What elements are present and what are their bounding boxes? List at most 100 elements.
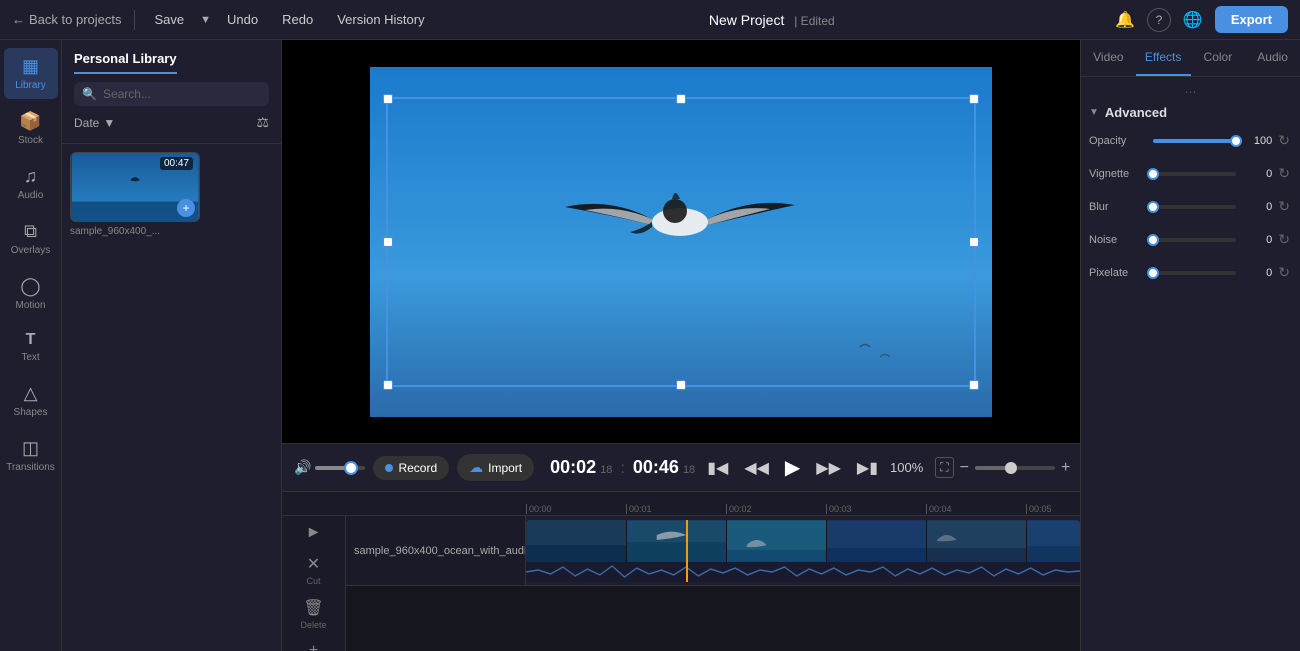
current-time-display: 00:02 18 : 00:46 18 <box>550 457 695 478</box>
media-grid: 00:47 + sample_960x400_... <box>62 144 281 651</box>
media-panel-header: Personal Library 🔍 Date ▼ ⚖ <box>62 40 281 144</box>
sidebar-label-motion: Motion <box>15 300 45 311</box>
pixelate-slider[interactable] <box>1153 271 1236 275</box>
tab-color[interactable]: Color <box>1191 40 1246 76</box>
cut-label: Cut <box>306 576 320 586</box>
noise-row: Noise 0 ↻ <box>1089 229 1292 250</box>
opacity-slider-thumb[interactable] <box>1230 135 1242 147</box>
scroll-up-hint: ⋯ <box>1089 85 1292 99</box>
import-button[interactable]: ☁ Import <box>457 454 534 481</box>
noise-slider-thumb[interactable] <box>1147 234 1159 246</box>
sidebar-item-overlays[interactable]: ⧉ Overlays <box>4 213 58 264</box>
vignette-row: Vignette 0 ↻ <box>1089 163 1292 184</box>
pixelate-row: Pixelate 0 ↻ <box>1089 262 1292 283</box>
opacity-reset-button[interactable]: ↻ <box>1276 130 1292 151</box>
zoom-in-button[interactable]: + <box>1061 459 1070 477</box>
pixelate-reset-button[interactable]: ↻ <box>1276 262 1292 283</box>
version-history-button[interactable]: Version History <box>329 8 432 31</box>
noise-reset-button[interactable]: ↻ <box>1276 229 1292 250</box>
rewind-button[interactable]: ◀◀ <box>740 454 773 482</box>
sidebar-item-transitions[interactable]: ◫ Transitions <box>4 430 58 481</box>
divider <box>134 10 135 30</box>
vignette-reset-button[interactable]: ↻ <box>1276 163 1292 184</box>
help-button[interactable]: ? <box>1147 8 1171 32</box>
volume-control: 🔊 <box>294 459 365 476</box>
cut-button[interactable]: ✕ Cut <box>306 554 320 586</box>
add-track-button[interactable]: + Add Track <box>293 642 334 651</box>
filter-button[interactable]: ⚖ <box>256 114 269 131</box>
tab-audio[interactable]: Audio <box>1245 40 1300 76</box>
blur-row: Blur 0 ↻ <box>1089 196 1292 217</box>
back-arrow-icon: ← <box>12 12 25 27</box>
skip-to-start-button[interactable]: ▮◀ <box>703 454 732 482</box>
ruler-mark: 00:02 <box>726 494 826 514</box>
add-media-button[interactable]: + <box>177 199 195 217</box>
sidebar-item-library[interactable]: ▦ Library <box>4 48 58 99</box>
media-search-bar: 🔍 <box>74 82 269 106</box>
project-title-area: New Project | Edited <box>441 12 1103 28</box>
text-icon: T <box>26 331 36 349</box>
media-toolbar: Date ▼ ⚖ <box>74 110 269 135</box>
sidebar-label-shapes: Shapes <box>14 407 48 418</box>
cut-icon: ✕ <box>307 554 320 574</box>
language-button[interactable]: 🌐 <box>1179 6 1207 34</box>
total-time-frames: 18 <box>683 464 695 476</box>
back-to-projects-button[interactable]: ← Back to projects <box>12 12 122 27</box>
skip-to-end-button[interactable]: ▶▮ <box>853 454 882 482</box>
play-button[interactable]: ▶ <box>781 451 804 484</box>
blur-reset-button[interactable]: ↻ <box>1276 196 1292 217</box>
volume-icon: 🔊 <box>294 459 311 476</box>
record-button[interactable]: Record <box>373 456 449 480</box>
vignette-value: 0 <box>1240 168 1272 180</box>
track-name-label: sample_960x400_ocean_with_audio.mp4 <box>354 545 526 557</box>
export-button[interactable]: Export <box>1215 6 1288 33</box>
noise-slider[interactable] <box>1153 238 1236 242</box>
date-sort-button[interactable]: Date ▼ <box>74 116 115 130</box>
tab-video[interactable]: Video <box>1081 40 1136 76</box>
import-icon: ☁ <box>469 459 483 476</box>
search-input[interactable] <box>103 87 261 101</box>
opacity-label: Opacity <box>1089 135 1149 147</box>
time-separator: : <box>620 460 624 478</box>
main-layout: ▦ Library 📦 Stock ♫ Audio ⧉ Overlays ◯ M… <box>0 40 1300 651</box>
record-dot-icon <box>385 464 393 472</box>
fast-forward-button[interactable]: ▶▶ <box>812 454 845 482</box>
overlays-icon: ⧉ <box>24 221 37 242</box>
pixelate-slider-thumb[interactable] <box>1147 267 1159 279</box>
sidebar-item-text[interactable]: T Text <box>4 323 58 371</box>
stock-icon: 📦 <box>19 111 41 132</box>
list-item[interactable]: 00:47 + sample_960x400_... <box>70 152 200 237</box>
preview-canvas-area <box>282 40 1080 443</box>
date-label: Date <box>74 116 99 130</box>
advanced-section-header[interactable]: ▼ Advanced <box>1089 105 1292 120</box>
vignette-label: Vignette <box>1089 168 1149 180</box>
redo-button[interactable]: Redo <box>274 8 321 31</box>
opacity-slider[interactable] <box>1153 139 1236 143</box>
sidebar-item-audio[interactable]: ♫ Audio <box>4 158 58 209</box>
zoom-out-button[interactable]: − <box>960 459 969 477</box>
save-dropdown-icon[interactable]: ▼ <box>200 14 211 26</box>
sidebar-item-shapes[interactable]: △ Shapes <box>4 375 58 426</box>
volume-slider[interactable] <box>315 466 365 470</box>
zoom-slider-thumb[interactable] <box>1005 462 1017 474</box>
delete-button[interactable]: 🗑 Delete <box>300 598 326 630</box>
timeline-track-row: ► ✕ Cut 🗑 Delete + Add Track <box>282 516 1080 651</box>
vignette-slider[interactable] <box>1153 172 1236 176</box>
sidebar-item-motion[interactable]: ◯ Motion <box>4 268 58 319</box>
tab-effects[interactable]: Effects <box>1136 40 1191 76</box>
zoom-slider[interactable] <box>975 466 1055 470</box>
blur-slider-thumb[interactable] <box>1147 201 1159 213</box>
timeline-area: 00:00 00:01 00:02 00:03 00:04 00:05 00:0… <box>282 491 1080 651</box>
timeline-clip[interactable] <box>526 520 1080 582</box>
sidebar-item-stock[interactable]: 📦 Stock <box>4 103 58 154</box>
next-button[interactable]: ► <box>306 524 322 542</box>
fullscreen-button[interactable]: ⛶ <box>935 457 953 478</box>
project-title: New Project <box>709 12 784 28</box>
blur-slider[interactable] <box>1153 205 1236 209</box>
undo-button[interactable]: Undo <box>219 8 266 31</box>
vignette-slider-thumb[interactable] <box>1147 168 1159 180</box>
notifications-button[interactable]: 🔔 <box>1111 6 1139 34</box>
save-button[interactable]: Save <box>147 8 193 31</box>
advanced-collapse-icon: ▼ <box>1089 107 1099 118</box>
controls-bar: 🔊 Record ☁ Import 00:02 18 : 00:4 <box>282 443 1080 491</box>
